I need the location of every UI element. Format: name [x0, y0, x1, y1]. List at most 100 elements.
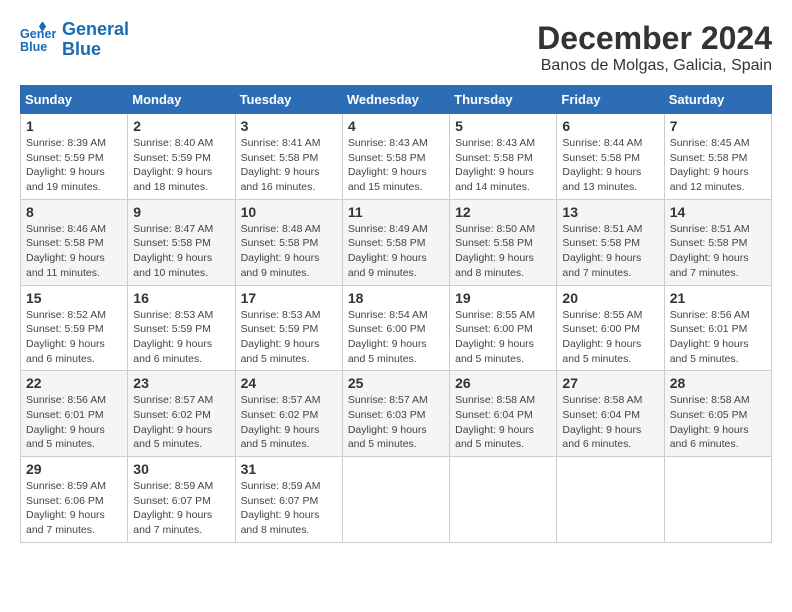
- header-day-monday: Monday: [128, 86, 235, 114]
- sunrise-label: Sunrise: 8:41 AM: [241, 137, 321, 149]
- sunrise-label: Sunrise: 8:50 AM: [455, 223, 535, 235]
- calendar-cell: 28 Sunrise: 8:58 AM Sunset: 6:05 PM Dayl…: [664, 371, 771, 457]
- sunset-label: Sunset: 6:07 PM: [133, 495, 211, 507]
- day-number: 5: [455, 118, 551, 134]
- calendar-cell: 31 Sunrise: 8:59 AM Sunset: 6:07 PM Dayl…: [235, 457, 342, 543]
- logo-line1: General: [62, 19, 129, 39]
- sunrise-label: Sunrise: 8:59 AM: [26, 480, 106, 492]
- sunset-label: Sunset: 6:02 PM: [133, 409, 211, 421]
- sunrise-label: Sunrise: 8:55 AM: [562, 309, 642, 321]
- day-number: 28: [670, 375, 766, 391]
- daylight-label: Daylight: 9 hours and 9 minutes.: [241, 252, 320, 279]
- sunset-label: Sunset: 5:58 PM: [670, 152, 748, 164]
- day-info: Sunrise: 8:44 AM Sunset: 5:58 PM Dayligh…: [562, 136, 658, 195]
- week-row-3: 15 Sunrise: 8:52 AM Sunset: 5:59 PM Dayl…: [21, 285, 772, 371]
- day-number: 11: [348, 204, 444, 220]
- day-info: Sunrise: 8:41 AM Sunset: 5:58 PM Dayligh…: [241, 136, 337, 195]
- day-number: 14: [670, 204, 766, 220]
- calendar-cell: 9 Sunrise: 8:47 AM Sunset: 5:58 PM Dayli…: [128, 199, 235, 285]
- day-info: Sunrise: 8:40 AM Sunset: 5:59 PM Dayligh…: [133, 136, 229, 195]
- calendar-header: SundayMondayTuesdayWednesdayThursdayFrid…: [21, 86, 772, 114]
- day-number: 30: [133, 461, 229, 477]
- sunrise-label: Sunrise: 8:47 AM: [133, 223, 213, 235]
- sunrise-label: Sunrise: 8:48 AM: [241, 223, 321, 235]
- daylight-label: Daylight: 9 hours and 8 minutes.: [241, 509, 320, 536]
- sunrise-label: Sunrise: 8:56 AM: [670, 309, 750, 321]
- day-number: 4: [348, 118, 444, 134]
- calendar-cell: 19 Sunrise: 8:55 AM Sunset: 6:00 PM Dayl…: [450, 285, 557, 371]
- daylight-label: Daylight: 9 hours and 14 minutes.: [455, 166, 534, 193]
- day-info: Sunrise: 8:58 AM Sunset: 6:05 PM Dayligh…: [670, 393, 766, 452]
- daylight-label: Daylight: 9 hours and 16 minutes.: [241, 166, 320, 193]
- location-title: Banos de Molgas, Galicia, Spain: [537, 57, 772, 75]
- header-day-thursday: Thursday: [450, 86, 557, 114]
- calendar-cell: 2 Sunrise: 8:40 AM Sunset: 5:59 PM Dayli…: [128, 114, 235, 200]
- daylight-label: Daylight: 9 hours and 6 minutes.: [670, 424, 749, 451]
- daylight-label: Daylight: 9 hours and 5 minutes.: [455, 424, 534, 451]
- calendar-cell: 15 Sunrise: 8:52 AM Sunset: 5:59 PM Dayl…: [21, 285, 128, 371]
- day-info: Sunrise: 8:39 AM Sunset: 5:59 PM Dayligh…: [26, 136, 122, 195]
- sunrise-label: Sunrise: 8:57 AM: [241, 394, 321, 406]
- calendar-cell: [557, 457, 664, 543]
- calendar-cell: [664, 457, 771, 543]
- sunset-label: Sunset: 5:59 PM: [133, 323, 211, 335]
- sunset-label: Sunset: 5:59 PM: [241, 323, 319, 335]
- calendar-body: 1 Sunrise: 8:39 AM Sunset: 5:59 PM Dayli…: [21, 114, 772, 543]
- day-info: Sunrise: 8:55 AM Sunset: 6:00 PM Dayligh…: [562, 308, 658, 367]
- day-number: 10: [241, 204, 337, 220]
- calendar-cell: 11 Sunrise: 8:49 AM Sunset: 5:58 PM Dayl…: [342, 199, 449, 285]
- sunrise-label: Sunrise: 8:51 AM: [670, 223, 750, 235]
- daylight-label: Daylight: 9 hours and 5 minutes.: [670, 338, 749, 365]
- calendar-cell: 25 Sunrise: 8:57 AM Sunset: 6:03 PM Dayl…: [342, 371, 449, 457]
- day-number: 31: [241, 461, 337, 477]
- sunset-label: Sunset: 5:58 PM: [562, 152, 640, 164]
- daylight-label: Daylight: 9 hours and 5 minutes.: [133, 424, 212, 451]
- day-info: Sunrise: 8:53 AM Sunset: 5:59 PM Dayligh…: [241, 308, 337, 367]
- daylight-label: Daylight: 9 hours and 5 minutes.: [241, 424, 320, 451]
- day-info: Sunrise: 8:49 AM Sunset: 5:58 PM Dayligh…: [348, 222, 444, 281]
- calendar-cell: 21 Sunrise: 8:56 AM Sunset: 6:01 PM Dayl…: [664, 285, 771, 371]
- day-info: Sunrise: 8:56 AM Sunset: 6:01 PM Dayligh…: [670, 308, 766, 367]
- sunrise-label: Sunrise: 8:53 AM: [133, 309, 213, 321]
- daylight-label: Daylight: 9 hours and 5 minutes.: [348, 424, 427, 451]
- header-day-tuesday: Tuesday: [235, 86, 342, 114]
- daylight-label: Daylight: 9 hours and 7 minutes.: [670, 252, 749, 279]
- sunset-label: Sunset: 5:58 PM: [562, 237, 640, 249]
- logo-line2: Blue: [62, 39, 101, 59]
- sunset-label: Sunset: 6:00 PM: [348, 323, 426, 335]
- sunset-label: Sunset: 6:04 PM: [455, 409, 533, 421]
- day-info: Sunrise: 8:43 AM Sunset: 5:58 PM Dayligh…: [455, 136, 551, 195]
- daylight-label: Daylight: 9 hours and 9 minutes.: [348, 252, 427, 279]
- calendar-cell: 10 Sunrise: 8:48 AM Sunset: 5:58 PM Dayl…: [235, 199, 342, 285]
- sunset-label: Sunset: 5:58 PM: [26, 237, 104, 249]
- sunset-label: Sunset: 5:58 PM: [241, 237, 319, 249]
- sunset-label: Sunset: 5:58 PM: [348, 152, 426, 164]
- daylight-label: Daylight: 9 hours and 7 minutes.: [562, 252, 641, 279]
- day-number: 12: [455, 204, 551, 220]
- day-info: Sunrise: 8:48 AM Sunset: 5:58 PM Dayligh…: [241, 222, 337, 281]
- sunset-label: Sunset: 6:07 PM: [241, 495, 319, 507]
- daylight-label: Daylight: 9 hours and 10 minutes.: [133, 252, 212, 279]
- day-info: Sunrise: 8:43 AM Sunset: 5:58 PM Dayligh…: [348, 136, 444, 195]
- calendar-cell: 4 Sunrise: 8:43 AM Sunset: 5:58 PM Dayli…: [342, 114, 449, 200]
- day-number: 8: [26, 204, 122, 220]
- sunrise-label: Sunrise: 8:53 AM: [241, 309, 321, 321]
- header-row: SundayMondayTuesdayWednesdayThursdayFrid…: [21, 86, 772, 114]
- day-number: 18: [348, 290, 444, 306]
- daylight-label: Daylight: 9 hours and 6 minutes.: [26, 338, 105, 365]
- sunrise-label: Sunrise: 8:44 AM: [562, 137, 642, 149]
- day-info: Sunrise: 8:57 AM Sunset: 6:02 PM Dayligh…: [133, 393, 229, 452]
- calendar-cell: 27 Sunrise: 8:58 AM Sunset: 6:04 PM Dayl…: [557, 371, 664, 457]
- calendar-cell: 8 Sunrise: 8:46 AM Sunset: 5:58 PM Dayli…: [21, 199, 128, 285]
- day-number: 13: [562, 204, 658, 220]
- sunset-label: Sunset: 5:58 PM: [670, 237, 748, 249]
- daylight-label: Daylight: 9 hours and 7 minutes.: [133, 509, 212, 536]
- daylight-label: Daylight: 9 hours and 13 minutes.: [562, 166, 641, 193]
- title-section: December 2024 Banos de Molgas, Galicia, …: [537, 20, 772, 75]
- sunset-label: Sunset: 5:58 PM: [348, 237, 426, 249]
- day-number: 26: [455, 375, 551, 391]
- day-info: Sunrise: 8:59 AM Sunset: 6:07 PM Dayligh…: [241, 479, 337, 538]
- day-number: 20: [562, 290, 658, 306]
- calendar-cell: [342, 457, 449, 543]
- calendar-cell: 29 Sunrise: 8:59 AM Sunset: 6:06 PM Dayl…: [21, 457, 128, 543]
